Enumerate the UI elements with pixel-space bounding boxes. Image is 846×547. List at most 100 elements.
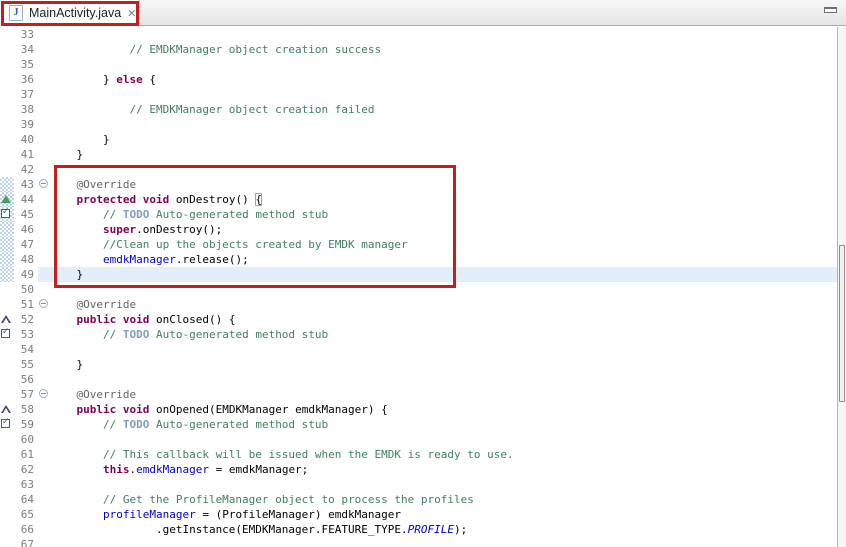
code-line: 44 protected void onDestroy() { [0,192,837,207]
collapse-icon[interactable] [39,389,48,398]
annotation-ruler-cell [0,57,14,72]
code-text[interactable]: public void onClosed() { [50,312,837,327]
code-line: 57 @Override [0,387,837,402]
annotation-ruler-cell [0,447,14,462]
folding-ruler-cell [38,387,50,402]
folding-ruler-cell [38,87,50,102]
code-line: 50 [0,282,837,297]
code-text[interactable] [50,432,837,447]
code-text[interactable]: // Get the ProfileManager object to proc… [50,492,837,507]
code-text[interactable]: // TODO Auto-generated method stub [50,327,837,342]
code-text[interactable]: @Override [50,387,837,402]
line-number: 38 [14,102,38,117]
code-line: 34 // EMDKManager object creation succes… [0,42,837,57]
folding-ruler-cell [38,537,50,547]
annotation-ruler-cell [0,537,14,547]
code-text[interactable] [50,477,837,492]
line-number: 37 [14,87,38,102]
code-line: 33 [0,27,837,42]
tab-mainactivity-java[interactable]: J MainActivity.java ✕ [0,0,140,26]
code-text[interactable]: } [50,267,837,282]
code-line: 35 [0,57,837,72]
code-text[interactable] [50,372,837,387]
folding-ruler-cell [38,372,50,387]
code-text[interactable] [50,342,837,357]
code-text[interactable]: // TODO Auto-generated method stub [50,207,837,222]
line-number: 51 [14,297,38,312]
annotation-ruler-cell [0,342,14,357]
annotation-ruler-cell [0,462,14,477]
minimize-view-icon[interactable] [824,7,837,13]
code-text[interactable] [50,87,837,102]
code-line: 67 [0,537,837,547]
code-text[interactable]: .getInstance(EMDKManager.FEATURE_TYPE.PR… [50,522,837,537]
code-line: 47 //Clean up the objects created by EMD… [0,237,837,252]
code-editor[interactable]: 3334 // EMDKManager object creation succ… [0,27,837,547]
code-text[interactable]: emdkManager.release(); [50,252,837,267]
code-text[interactable]: // EMDKManager object creation failed [50,102,837,117]
code-text[interactable]: public void onOpened(EMDKManager emdkMan… [50,402,837,417]
folding-ruler-cell [38,177,50,192]
folding-ruler-cell [38,132,50,147]
code-text[interactable]: profileManager = (ProfileManager) emdkMa… [50,507,837,522]
tab-close-icon[interactable]: ✕ [127,8,136,19]
code-line: 65 profileManager = (ProfileManager) emd… [0,507,837,522]
overview-ruler[interactable] [837,27,846,547]
code-text[interactable]: } [50,132,837,147]
line-number: 63 [14,477,38,492]
collapse-icon[interactable] [39,299,48,308]
annotation-ruler-cell [0,327,14,342]
annotation-ruler-cell [0,42,14,57]
code-text[interactable] [50,537,837,547]
folding-ruler-cell [38,222,50,237]
code-text[interactable]: // EMDKManager object creation success [50,42,837,57]
line-number: 64 [14,492,38,507]
folding-ruler-cell [38,522,50,537]
changed-line-marker [0,192,14,207]
code-line: 39 [0,117,837,132]
code-text[interactable] [50,57,837,72]
annotation-ruler-cell [0,432,14,447]
code-text[interactable] [50,117,837,132]
line-number: 44 [14,192,38,207]
code-line: 48 emdkManager.release(); [0,252,837,267]
code-text[interactable]: } [50,357,837,372]
line-number: 49 [14,267,38,282]
tab-title: MainActivity.java [29,6,121,20]
changed-line-marker [0,252,14,267]
annotation-ruler-cell [0,162,14,177]
code-text[interactable]: // This callback will be issued when the… [50,447,837,462]
code-text[interactable]: } [50,147,837,162]
collapse-icon[interactable] [39,179,48,188]
changed-line-marker [0,222,14,237]
annotation-ruler-cell [0,387,14,402]
code-text[interactable]: this.emdkManager = emdkManager; [50,462,837,477]
scrollbar-thumb[interactable] [839,245,845,402]
code-line: 46 super.onDestroy(); [0,222,837,237]
changed-line-marker [0,177,14,192]
code-text[interactable] [50,162,837,177]
annotation-ruler-cell [0,102,14,117]
code-text[interactable] [50,27,837,42]
code-line: 66 .getInstance(EMDKManager.FEATURE_TYPE… [0,522,837,537]
code-text[interactable]: } else { [50,72,837,87]
code-text[interactable]: @Override [50,297,837,312]
line-number: 47 [14,237,38,252]
code-text[interactable]: protected void onDestroy() { [50,192,837,207]
annotation-ruler-cell [0,87,14,102]
code-text[interactable]: super.onDestroy(); [50,222,837,237]
implements-method-icon [1,315,11,323]
annotation-ruler-cell [0,492,14,507]
code-text[interactable]: @Override [50,177,837,192]
code-text[interactable] [50,282,837,297]
java-file-icon: J [9,5,23,21]
code-line: 36 } else { [0,72,837,87]
code-line: 49 } [0,267,837,282]
code-line: 43 @Override [0,177,837,192]
line-number: 55 [14,357,38,372]
code-text[interactable]: //Clean up the objects created by EMDK m… [50,237,837,252]
code-line: 64 // Get the ProfileManager object to p… [0,492,837,507]
code-text[interactable]: // TODO Auto-generated method stub [50,417,837,432]
folding-ruler-cell [38,477,50,492]
code-line: 45 // TODO Auto-generated method stub [0,207,837,222]
